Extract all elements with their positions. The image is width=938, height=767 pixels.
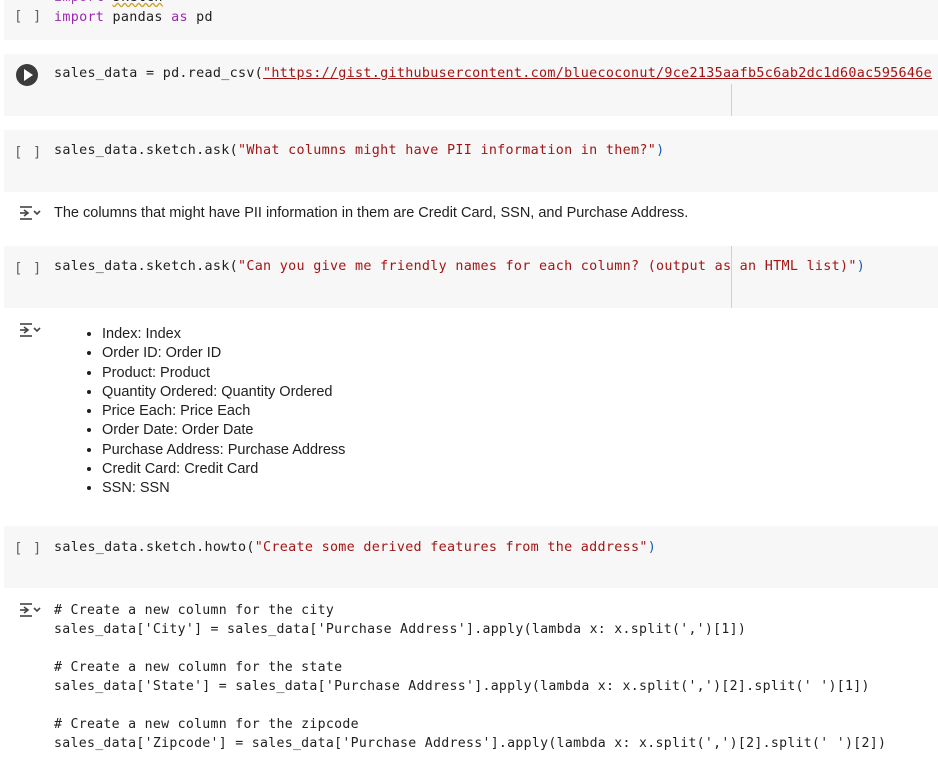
code-line-read-csv: sales_data = pd.read_csv("https://gist.g… xyxy=(54,66,932,81)
code-cell-howto-address[interactable]: [ ] sales_data.sketch.howto("Create some… xyxy=(4,526,938,588)
cell-run-bracket[interactable]: [ ] xyxy=(14,144,46,161)
list-item: Product: Product xyxy=(102,364,345,383)
cell-run-bracket[interactable]: [ ] xyxy=(14,260,46,277)
output-toggle-icon[interactable] xyxy=(18,203,42,223)
output-toggle-icon[interactable] xyxy=(18,320,42,340)
code-line-ask-pii: sales_data.sketch.ask("What columns migh… xyxy=(54,143,665,158)
sketch-module: sketch xyxy=(113,0,163,5)
code-line-import-pandas: import pandas as pd xyxy=(54,10,213,25)
code-line: sales_data['Zipcode'] = sales_data['Purc… xyxy=(54,736,887,751)
code-cell-imports[interactable]: [ ] import sketch import pandas as pd xyxy=(4,0,938,40)
code-cell-ask-pii[interactable]: [ ] sales_data.sketch.ask("What columns … xyxy=(4,130,938,192)
code-line-ask-friendly-names: sales_data.sketch.ask("Can you give me f… xyxy=(54,259,866,274)
code-line: sales_data['City'] = sales_data['Purchas… xyxy=(54,622,747,637)
list-item: Order ID: Order ID xyxy=(102,344,345,363)
list-item: Purchase Address: Purchase Address xyxy=(102,441,345,460)
play-circle-icon[interactable] xyxy=(16,64,38,86)
generated-code-block: # Create a new column for the city sales_… xyxy=(54,601,886,753)
code-cell-ask-friendly-names[interactable]: [ ] sales_data.sketch.ask("Can you give … xyxy=(4,246,938,308)
list-item: Price Each: Price Each xyxy=(102,402,345,421)
code-line: # Create a new column for the city xyxy=(54,603,335,618)
output-pii: The columns that might have PII informat… xyxy=(4,195,938,241)
code-line: # Create a new column for the zipcode xyxy=(54,717,359,732)
column-ruler xyxy=(731,84,732,116)
output-friendly-names: Index: Index Order ID: Order ID Product:… xyxy=(4,312,938,520)
list-item: Credit Card: Credit Card xyxy=(102,460,345,479)
list-item: Order Date: Order Date xyxy=(102,421,345,440)
friendly-names-list: Index: Index Order ID: Order ID Product:… xyxy=(82,325,345,499)
list-item: Index: Index xyxy=(102,325,345,344)
code-line-import-sketch: import sketch xyxy=(54,0,163,5)
cell-run-bracket[interactable]: [ ] xyxy=(14,540,46,557)
list-item: Quantity Ordered: Quantity Ordered xyxy=(102,383,345,402)
output-toggle-icon[interactable] xyxy=(18,600,42,620)
cell-run-bracket[interactable]: [ ] xyxy=(14,8,46,25)
list-item: SSN: SSN xyxy=(102,479,345,498)
code-cell-read-csv[interactable]: sales_data = pd.read_csv("https://gist.g… xyxy=(4,54,938,116)
output-text-pii: The columns that might have PII informat… xyxy=(54,205,689,221)
code-line: # Create a new column for the state xyxy=(54,660,343,675)
output-derived-features: # Create a new column for the city sales_… xyxy=(4,592,938,767)
code-line-howto-address: sales_data.sketch.howto("Create some der… xyxy=(54,540,657,555)
column-ruler xyxy=(731,246,732,308)
code-line: sales_data['State'] = sales_data['Purcha… xyxy=(54,679,870,694)
